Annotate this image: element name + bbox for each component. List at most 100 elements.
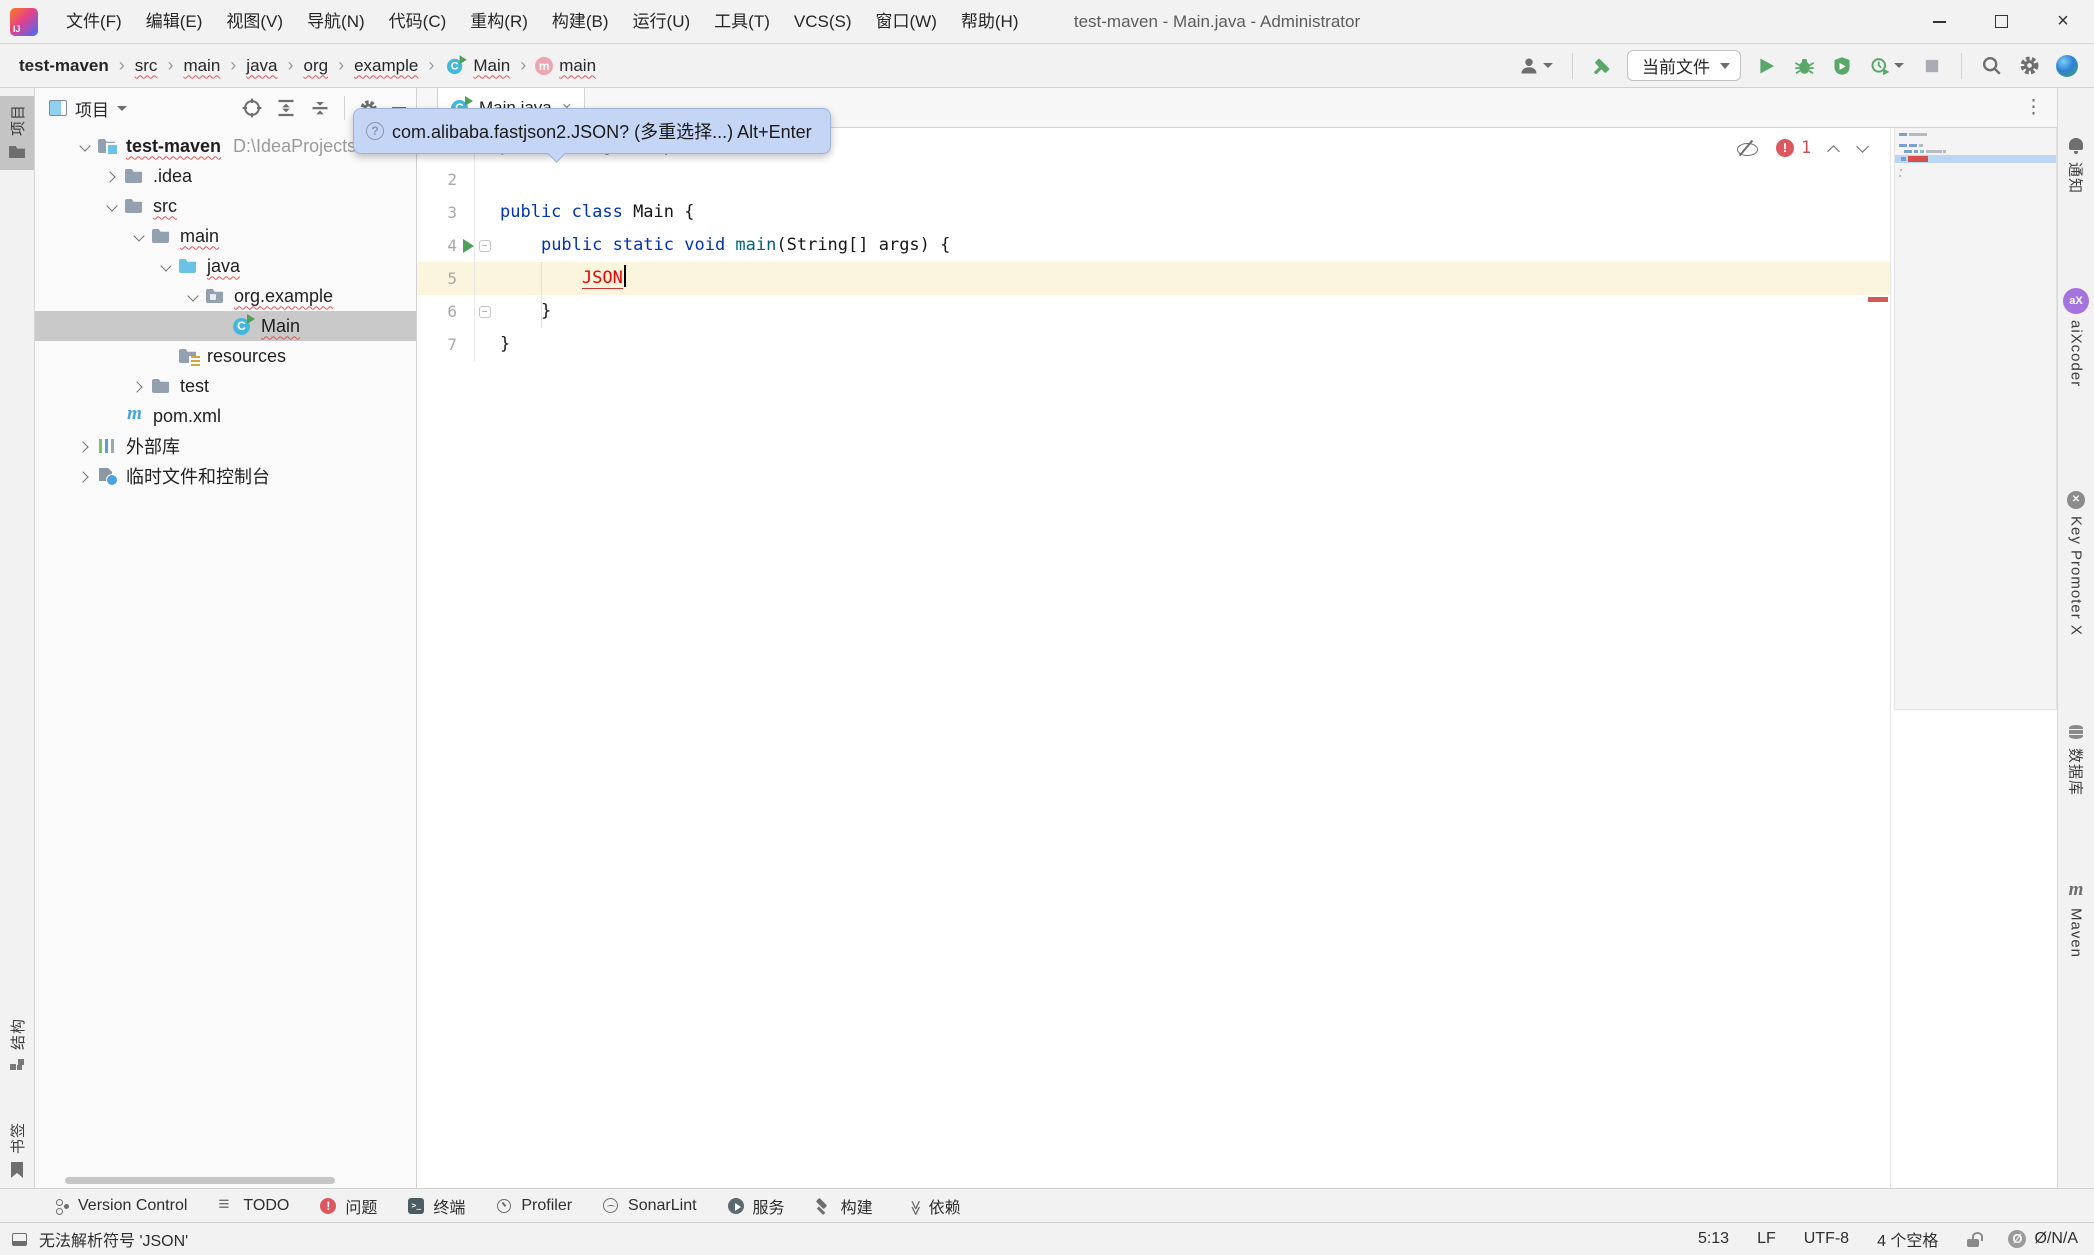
line-number[interactable]: 4 [447, 236, 457, 255]
tree-item-.idea[interactable]: .idea [35, 161, 416, 191]
next-error-chevron-down-icon[interactable] [1857, 142, 1869, 154]
menu-item-9[interactable]: VCS(S) [782, 0, 864, 44]
chevron-down-icon[interactable] [183, 286, 203, 306]
locate-file-icon[interactable] [242, 98, 262, 118]
readonly-lock-icon[interactable] [1966, 1232, 1980, 1247]
error-badge[interactable]: ! 1 [1776, 138, 1811, 158]
profiler-button[interactable] [1867, 53, 1907, 79]
tree-item-resources[interactable]: resources [35, 341, 416, 371]
stripe-item-Maven[interactable]: Maven [2058, 874, 2094, 966]
minimize-button[interactable] [1908, 0, 1970, 44]
menu-item-7[interactable]: 运行(U) [621, 0, 703, 44]
caret-position[interactable]: 5:13 [1698, 1230, 1729, 1248]
line-number[interactable]: 6 [447, 302, 457, 321]
code-text[interactable]: public class Main { [500, 196, 694, 229]
tree-item-org.example[interactable]: org.example [35, 281, 416, 311]
run-configuration-select[interactable]: 当前文件 [1627, 50, 1741, 81]
expand-all-icon[interactable] [276, 98, 296, 118]
aixcoder-status-icon[interactable]: Ø [2008, 1230, 2026, 1248]
menu-item-1[interactable]: 编辑(E) [134, 0, 215, 44]
stripe-item-结构[interactable]: 结构 [0, 1010, 34, 1084]
plugin-sphere-button[interactable] [2054, 53, 2080, 79]
menu-item-0[interactable]: 文件(F) [54, 0, 134, 44]
line-number[interactable]: 3 [447, 203, 457, 222]
fold-close-icon[interactable] [479, 306, 491, 318]
tool-window-button-TODO[interactable]: TODO [217, 1197, 289, 1215]
chevron-right-icon[interactable] [102, 166, 122, 186]
tool-window-button-SonarLint[interactable]: SonarLint [602, 1197, 697, 1215]
user-profile-button[interactable] [1516, 53, 1556, 79]
code-line-2[interactable]: 2 [417, 163, 1890, 196]
tree-item-外部库[interactable]: 外部库 [35, 431, 416, 461]
settings-button[interactable] [2016, 53, 2042, 79]
code-text[interactable]: } [500, 295, 551, 328]
breadcrumb-item-example[interactable]: example [353, 54, 443, 78]
fold-open-icon[interactable] [479, 240, 491, 252]
menu-item-2[interactable]: 视图(V) [214, 0, 295, 44]
close-button[interactable]: × [2032, 0, 2094, 44]
menu-item-6[interactable]: 构建(B) [540, 0, 621, 44]
run-button[interactable] [1753, 53, 1779, 79]
build-project-button[interactable] [1589, 53, 1615, 79]
tree-item-test[interactable]: test [35, 371, 416, 401]
code-line-4[interactable]: 4 public static void main(String[] args)… [417, 229, 1890, 262]
project-panel-title[interactable]: 项目 [75, 96, 109, 121]
horizontal-scrollbar[interactable] [65, 1177, 335, 1184]
tree-item-Main[interactable]: Main [35, 311, 416, 341]
tool-window-button-Profiler[interactable]: Profiler [495, 1197, 572, 1215]
code-line-7[interactable]: 7} [417, 328, 1890, 361]
code-line-5[interactable]: 5 JSON [417, 262, 1890, 295]
import-suggestion-tooltip[interactable]: ? com.alibaba.fastjson2.JSON? (多重选择...) … [353, 108, 831, 154]
tool-window-button-问题[interactable]: 问题 [319, 1194, 377, 1218]
tree-item-main[interactable]: main [35, 221, 416, 251]
run-line-icon[interactable] [463, 239, 474, 253]
tool-window-button-Version Control[interactable]: Version Control [52, 1197, 187, 1215]
stripe-item-aiXcoder[interactable]: aiXcoder [2058, 280, 2094, 395]
tree-item-pom.xml[interactable]: pom.xml [35, 401, 416, 431]
code-line-3[interactable]: 3 public class Main { [417, 196, 1890, 229]
aixcoder-ratio[interactable]: Ø/N/A [2034, 1230, 2078, 1248]
chevron-down-icon[interactable] [156, 256, 176, 276]
tree-item-java[interactable]: java [35, 251, 416, 281]
tool-window-button-终端[interactable]: 终端 [407, 1194, 465, 1218]
tab-list-more-icon[interactable]: ⋮ [2024, 96, 2043, 119]
chevron-right-icon[interactable] [75, 466, 95, 486]
breadcrumb-item-test-maven[interactable]: test-maven [18, 54, 134, 78]
chevron-right-icon[interactable] [75, 436, 95, 456]
debug-button[interactable] [1791, 53, 1817, 79]
menu-item-4[interactable]: 代码(C) [377, 0, 459, 44]
menu-item-3[interactable]: 导航(N) [295, 0, 377, 44]
code-editor[interactable]: 1package org.example;23public class Main… [417, 128, 2057, 1188]
code-text[interactable]: JSON [500, 262, 626, 295]
stripe-item-Key Promoter X[interactable]: Key Promoter X [2058, 482, 2094, 644]
chevron-down-icon[interactable] [129, 226, 149, 246]
tool-window-quick-access-icon[interactable] [12, 1233, 27, 1246]
indent-setting[interactable]: 4 个空格 [1877, 1227, 1938, 1251]
line-ending[interactable]: LF [1757, 1230, 1776, 1248]
chevron-right-icon[interactable] [129, 376, 149, 396]
stripe-item-书签[interactable]: 书签 [0, 1114, 34, 1188]
menu-item-10[interactable]: 窗口(W) [864, 0, 949, 44]
tooltip-text[interactable]: com.alibaba.fastjson2.JSON? (多重选择...) Al… [392, 118, 812, 144]
maximize-button[interactable] [1970, 0, 2032, 44]
menu-item-5[interactable]: 重构(R) [458, 0, 540, 44]
chevron-down-icon[interactable] [117, 106, 127, 111]
line-number[interactable]: 7 [447, 335, 457, 354]
menu-item-8[interactable]: 工具(T) [702, 0, 782, 44]
file-encoding[interactable]: UTF-8 [1804, 1230, 1849, 1248]
highlighting-level-eye-icon[interactable] [1735, 139, 1759, 157]
tool-window-button-服务[interactable]: 服务 [727, 1194, 785, 1218]
stripe-item-通知[interactable]: 通知 [2058, 128, 2094, 202]
search-everywhere-button[interactable] [1978, 53, 2004, 79]
menu-item-11[interactable]: 帮助(H) [949, 0, 1031, 44]
code-line-6[interactable]: 6 } [417, 295, 1890, 328]
breadcrumb-item-src[interactable]: src [134, 54, 183, 78]
breadcrumb-item-org[interactable]: org [302, 54, 353, 78]
line-number[interactable]: 5 [447, 269, 457, 288]
stripe-item-数据库[interactable]: 数据库 [2058, 714, 2094, 804]
breadcrumb-item-main[interactable]: mmain [535, 54, 597, 78]
breadcrumb-item-main[interactable]: main [182, 54, 245, 78]
tool-window-button-依赖[interactable]: 依赖 [903, 1194, 961, 1218]
chevron-down-icon[interactable] [75, 136, 95, 156]
tool-window-button-构建[interactable]: 构建 [815, 1194, 873, 1218]
